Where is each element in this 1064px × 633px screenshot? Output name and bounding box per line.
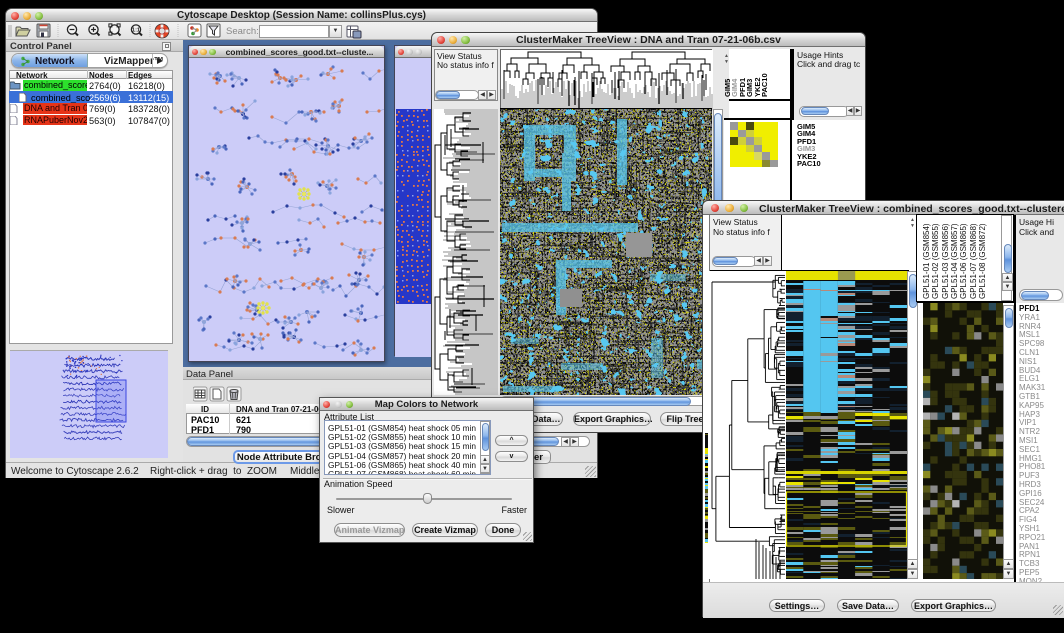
svg-text:1:1: 1:1 [132, 28, 140, 34]
